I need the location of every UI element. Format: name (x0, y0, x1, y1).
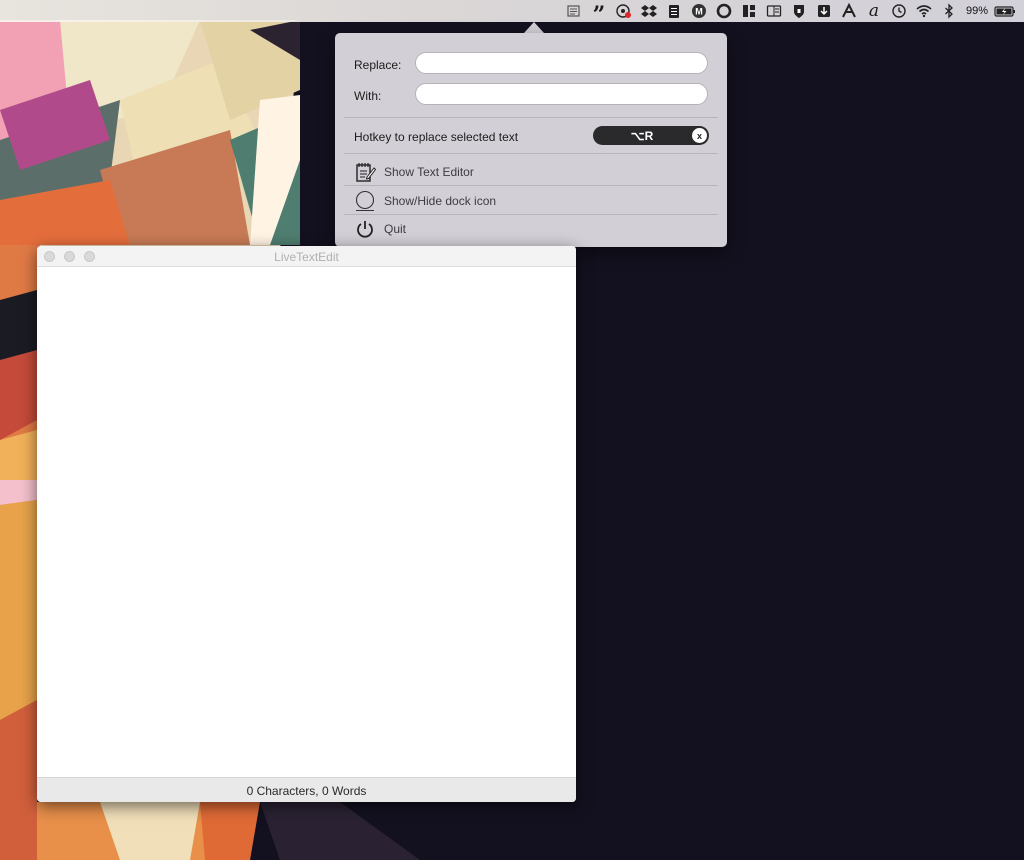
download-icon[interactable] (813, 2, 835, 20)
wifi-icon[interactable] (913, 2, 935, 20)
layout-icon[interactable] (738, 2, 760, 20)
circle-icon[interactable] (713, 2, 735, 20)
lock-icon[interactable] (788, 2, 810, 20)
show-hide-dock-icon-label: Show/Hide dock icon (384, 194, 497, 208)
show-text-editor-item[interactable]: Show Text Editor (354, 159, 714, 185)
circle-outline-icon (354, 190, 376, 212)
hotkey-label: Hotkey to replace selected text (354, 130, 519, 144)
screen-record-icon[interactable] (613, 2, 635, 20)
replace-input[interactable] (415, 52, 708, 74)
m-icon[interactable]: M (688, 2, 710, 20)
a-mark-icon[interactable] (838, 2, 860, 20)
battery-percent: 99% (965, 5, 988, 17)
dropbox-icon[interactable] (638, 2, 660, 20)
quit-label: Quit (384, 222, 407, 236)
character-word-count: 0 Characters, 0 Words (246, 783, 367, 798)
with-input[interactable] (415, 83, 708, 105)
svg-text:M: M (695, 7, 703, 17)
status-bar: 0 Characters, 0 Words (37, 777, 576, 802)
battery-icon[interactable] (994, 2, 1016, 20)
with-label: With: (354, 89, 382, 103)
separator (344, 117, 718, 118)
time-machine-icon[interactable] (888, 2, 910, 20)
clipboard-icon[interactable] (663, 2, 685, 20)
quote-icon[interactable]: ” (588, 2, 610, 26)
show-text-editor-label: Show Text Editor (384, 165, 474, 179)
show-hide-dock-icon-item[interactable]: Show/Hide dock icon (354, 188, 714, 214)
quit-item[interactable]: Quit (354, 216, 714, 242)
livetextedit-icon[interactable] (563, 2, 585, 20)
replace-label: Replace: (354, 58, 402, 72)
menu-bar: ” M a 99% (0, 0, 1024, 26)
text-editor[interactable] (37, 267, 576, 777)
window-icon[interactable] (763, 2, 785, 20)
window-title: LiveTextEdit (274, 250, 339, 264)
hotkey-value: ⌥R (630, 128, 654, 143)
livetextedit-window: LiveTextEdit 0 Characters, 0 Words (37, 246, 576, 802)
separator (344, 185, 718, 186)
separator (344, 214, 718, 215)
hotkey-recorder[interactable]: ⌥R x (593, 126, 709, 145)
power-icon (354, 218, 376, 240)
popover-arrow (524, 22, 544, 33)
window-titlebar[interactable]: LiveTextEdit (37, 246, 576, 267)
bluetooth-icon[interactable] (938, 2, 960, 20)
separator (344, 153, 718, 154)
hotkey-clear-button[interactable]: x (692, 128, 707, 143)
replace-popover: Replace: With: Hotkey to replace selecte… (335, 33, 727, 247)
script-a-icon[interactable]: a (863, 2, 885, 20)
notepad-icon (354, 161, 376, 183)
